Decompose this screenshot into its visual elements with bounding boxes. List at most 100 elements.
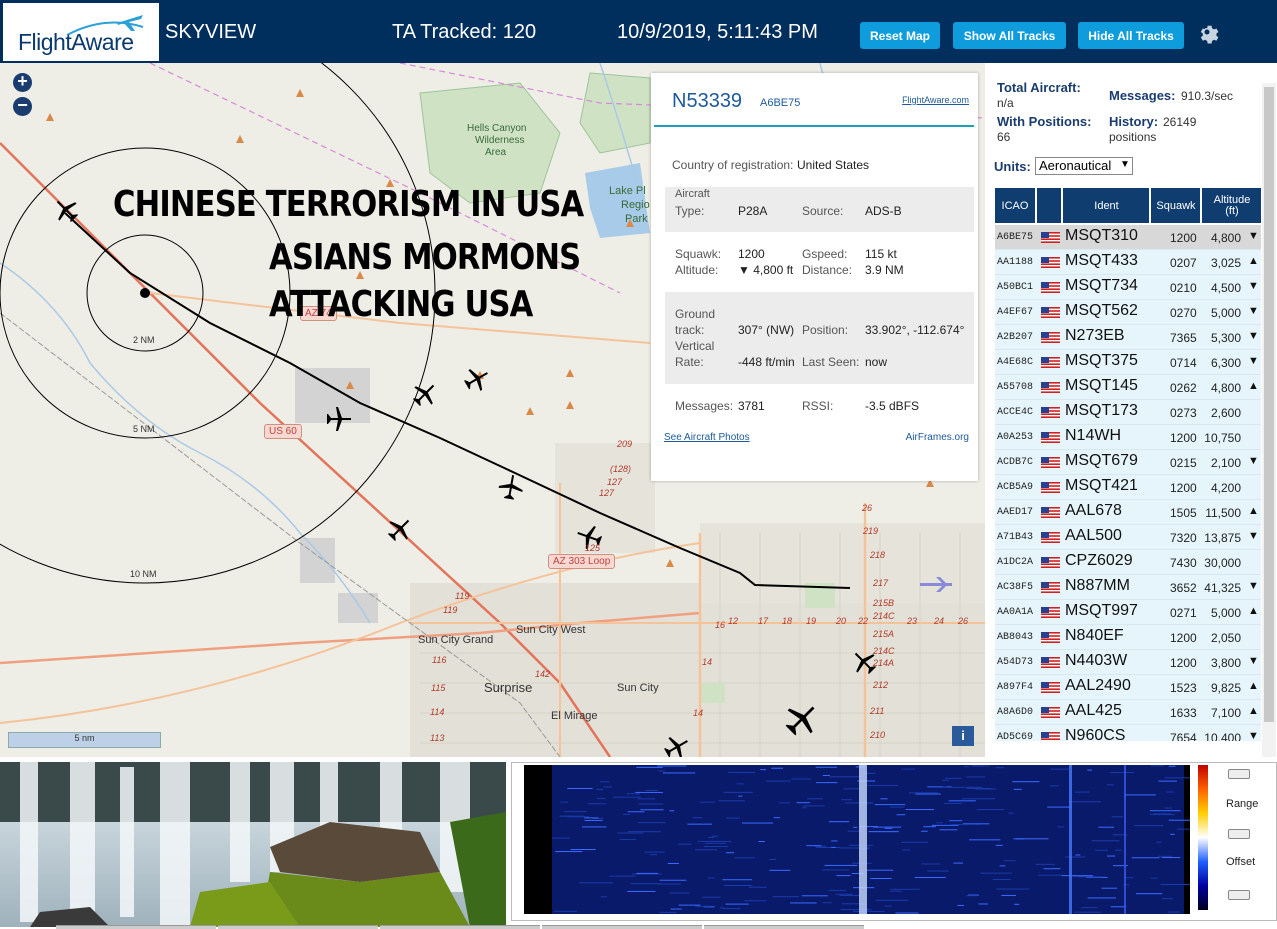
with-positions-value: 66 [997,130,1011,144]
cell-altitude: 10,750 [1204,431,1241,445]
aircraft-icon[interactable] [386,515,414,543]
aircraft-icon[interactable] [783,700,821,738]
table-row[interactable]: A4E68C MSQT375 0714 6,300 ▼ [995,350,1261,375]
table-row[interactable]: A0A253 N14WH 1200 10,750 [995,425,1261,450]
range-slider[interactable] [1228,829,1250,839]
column-altitude-label: Altitude [1213,193,1251,206]
column-ident[interactable]: Ident [1064,188,1151,223]
cell-altitude: 2,600 [1210,406,1241,420]
us-flag-icon [1041,407,1060,418]
column-altitude[interactable]: Altitude (ft) [1203,188,1261,223]
us-flag-icon [1041,307,1060,318]
table-row[interactable]: A50BC1 MSQT734 0210 4,500 ▼ [995,275,1261,300]
popup-callsign: N53339 [672,90,743,112]
table-row[interactable]: A54D73 N4403W 1200 3,800 ▼ [995,650,1261,675]
taskbar-tab[interactable] [380,925,540,929]
column-flag[interactable] [1038,188,1063,223]
table-row[interactable]: AB8043 N840EF 1200 2,050 [995,625,1261,650]
exit-number-label: 14 [702,657,713,667]
units-select[interactable]: Aeronautical [1035,157,1133,175]
cell-squawk: 1523 [1170,681,1197,695]
us-flag-icon [1041,232,1060,243]
cell-ident: N887MM [1065,577,1130,594]
table-row[interactable]: ACB5A9 MSQT421 1200 4,200 [995,475,1261,500]
table-row[interactable]: AA1188 MSQT433 0207 3,025 ▲ [995,250,1261,275]
altitude-trend-icon: ▲ [1248,505,1259,517]
aircraft-icon[interactable] [52,196,80,224]
cell-icao: AB8043 [997,632,1034,643]
table-row[interactable]: A897F4 AAL2490 1523 9,825 ▲ [995,675,1261,700]
taskbar-tab[interactable] [218,925,378,929]
table-row[interactable]: AA0A1A MSQT997 0271 5,000 ▲ [995,600,1261,625]
column-icao[interactable]: ICAO [995,188,1037,223]
cell-squawk: 1200 [1170,481,1197,495]
flightaware-logo[interactable]: FlightAware [3,3,159,61]
exit-number-label: 127 [599,488,615,498]
table-row[interactable]: AAED17 AAL678 1505 11,500 ▲ [995,500,1261,525]
table-row[interactable]: A2B207 N273EB 7365 5,300 ▼ [995,325,1261,350]
table-row[interactable]: AD5C69 N960CS 7654 10,400 ▼ [995,725,1261,741]
cell-icao: AAED17 [997,507,1034,518]
exit-number-label: 23 [907,616,918,626]
us-flag-icon [1041,257,1060,268]
aircraft-icon[interactable] [411,380,439,408]
datetime-display: 10/9/2019, 5:11:43 PM [617,21,818,43]
table-row[interactable]: A71B43 AAL500 7320 13,875 ▼ [995,525,1261,550]
cell-ident: MSQT433 [1065,252,1138,269]
cell-altitude: 2,050 [1210,631,1241,645]
table-row[interactable]: A6BE75 MSQT310 1200 4,800 ▼ [995,225,1261,250]
cell-squawk: 0271 [1170,606,1197,620]
show-all-tracks-button[interactable]: Show All Tracks [953,22,1066,49]
table-row[interactable]: ACDB7C MSQT679 0215 2,100 ▼ [995,450,1261,475]
type-label: Type: [675,204,705,218]
taskbar-tab[interactable] [56,925,216,929]
range-slider-top[interactable] [1228,769,1250,779]
table-row[interactable]: A55708 MSQT145 0262 4,800 ▲ [995,375,1261,400]
town-label: Sun City [617,682,659,694]
total-aircraft-label: Total Aircraft: [997,80,1081,95]
exit-number-label: 218 [870,550,886,560]
squawk-label: Squawk: [675,247,722,261]
cell-altitude: 5,300 [1210,331,1241,345]
reset-map-button[interactable]: Reset Map [860,22,940,49]
aircraft-icon[interactable] [663,733,691,757]
offset-slider[interactable] [1228,890,1250,900]
flightaware-link[interactable]: FlightAware.com [902,95,969,105]
scale-bar: 5 nm [8,732,161,748]
column-squawk[interactable]: Squawk [1152,188,1202,223]
cell-ident: MSQT145 [1065,377,1138,394]
aircraft-icon[interactable] [497,473,525,501]
popup-hex: A6BE75 [760,97,801,109]
altitude-trend-icon: ▼ [1248,330,1259,342]
aircraft-photos-link[interactable]: See Aircraft Photos [664,432,750,443]
table-row[interactable]: AC38F5 N887MM 3652 41,325 ▼ [995,575,1261,600]
hide-all-tracks-button[interactable]: Hide All Tracks [1078,22,1184,49]
info-button[interactable]: i [952,726,974,746]
table-row[interactable]: A8A6D0 AAL425 1633 7,100 ▲ [995,700,1261,725]
colorbar [1198,765,1208,910]
cell-altitude: 4,200 [1210,481,1241,495]
us-flag-icon [1041,357,1060,368]
table-row[interactable]: A4EF67 MSQT562 0270 5,000 ▼ [995,300,1261,325]
aircraft-icon[interactable] [325,405,353,433]
rssi-label: RSSI: [802,399,834,413]
scrollbar-thumb[interactable] [1264,87,1274,722]
aircraft-icon[interactable] [463,365,491,393]
cell-icao: A71B43 [997,532,1034,543]
cell-ident: N4403W [1065,652,1128,669]
exit-number-label: 22 [858,616,869,626]
exit-number-label: 211 [870,706,885,716]
altitude-trend-icon: ▼ [1248,530,1259,542]
zoom-in-button[interactable]: + [13,72,32,92]
taskbar-tab[interactable] [542,925,702,929]
us-flag-icon [1041,532,1060,543]
table-row[interactable]: ACCE4C MSQT173 0273 2,600 [995,400,1261,425]
airframes-link[interactable]: AirFrames.org [906,432,969,443]
gear-icon[interactable] [1195,20,1219,44]
aircraft-table-header: ICAO Ident Squawk Altitude (ft) [995,188,1261,223]
taskbar-tab[interactable] [704,925,864,929]
us-flag-icon [1041,432,1060,443]
app-title: SKYVIEW [165,21,257,43]
table-row[interactable]: A1DC2A CPZ6029 7430 30,000 [995,550,1261,575]
zoom-out-button[interactable]: − [13,96,32,116]
